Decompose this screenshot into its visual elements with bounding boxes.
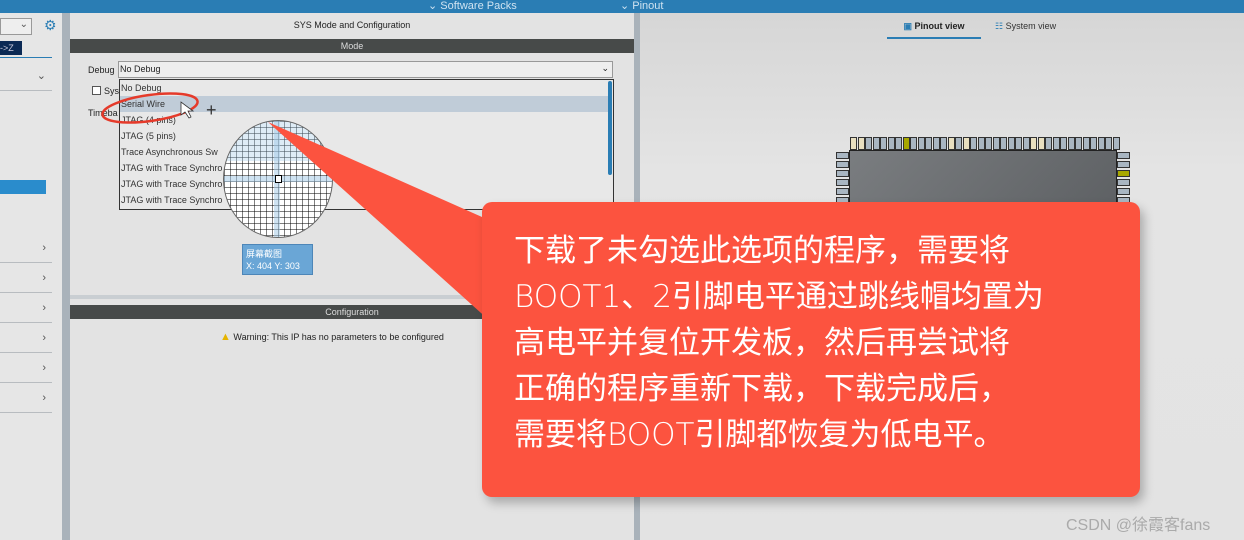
chip-pin[interactable] bbox=[947, 137, 955, 150]
tab-label: System view bbox=[1005, 21, 1057, 31]
warning-text: Warning: This IP has no parameters to be… bbox=[233, 332, 444, 342]
chip-pin[interactable] bbox=[1097, 137, 1105, 150]
watermark: CSDN @徐霞客fans bbox=[1066, 517, 1211, 534]
callout-line: 正确的程序重新下载，下载完成后， bbox=[514, 371, 1010, 407]
chip-pin[interactable] bbox=[1105, 137, 1112, 150]
callout-line: BOOT1、2引脚电平通过跳线帽均置为 bbox=[514, 279, 1044, 315]
chip-pin[interactable] bbox=[1075, 137, 1082, 150]
warning-message: ▲ Warning: This IP has no parameters to … bbox=[220, 331, 444, 343]
chip-pin[interactable] bbox=[1112, 137, 1120, 150]
chip-pin[interactable] bbox=[857, 137, 865, 150]
chip-pin[interactable] bbox=[917, 137, 925, 150]
chip-pin[interactable] bbox=[1082, 137, 1090, 150]
callout-line: 需要将BOOT引脚都恢复为低电平。 bbox=[514, 417, 1005, 453]
chip-pin[interactable] bbox=[836, 161, 849, 168]
chip-pin[interactable] bbox=[872, 137, 880, 150]
chip-pin[interactable] bbox=[1007, 137, 1015, 150]
chip-pin[interactable] bbox=[985, 137, 992, 150]
chip-pin[interactable] bbox=[910, 137, 917, 150]
chip-pin[interactable] bbox=[887, 137, 895, 150]
chip-pin[interactable] bbox=[955, 137, 962, 150]
grid-icon: ☷ bbox=[995, 21, 1004, 31]
chip-pin[interactable] bbox=[1117, 170, 1130, 177]
chip-pin[interactable] bbox=[836, 152, 849, 159]
chip-pin[interactable] bbox=[1117, 152, 1130, 159]
chip-pin[interactable] bbox=[902, 137, 910, 150]
chip-pin[interactable] bbox=[1052, 137, 1060, 150]
chip-pin[interactable] bbox=[850, 137, 857, 150]
chip-pin[interactable] bbox=[1060, 137, 1067, 150]
warning-icon: ▲ bbox=[220, 331, 231, 343]
chip-pin[interactable] bbox=[962, 137, 970, 150]
sidebar-item[interactable]: › bbox=[0, 383, 52, 413]
chip-pin[interactable] bbox=[1067, 137, 1075, 150]
sidebar-item[interactable]: › bbox=[0, 323, 52, 353]
chip-pin[interactable] bbox=[1022, 137, 1030, 150]
callout-line: 高电平并复位开发板，然后再尝试将 bbox=[514, 325, 1010, 361]
tab-pinout-view[interactable]: ▣ Pinout view bbox=[887, 21, 981, 39]
chip-pin[interactable] bbox=[880, 137, 887, 150]
chip-pin[interactable] bbox=[940, 137, 947, 150]
chip-pin[interactable] bbox=[970, 137, 977, 150]
chip-pin[interactable] bbox=[865, 137, 872, 150]
chip-pin[interactable] bbox=[836, 188, 849, 195]
sidebar-item[interactable]: › bbox=[0, 353, 52, 383]
mouse-cursor-icon bbox=[180, 101, 195, 119]
chip-pin[interactable] bbox=[895, 137, 902, 150]
chip-pin[interactable] bbox=[977, 137, 985, 150]
chip-pin[interactable] bbox=[1090, 137, 1097, 150]
chip-pin[interactable] bbox=[925, 137, 932, 150]
chip-pin[interactable] bbox=[1015, 137, 1022, 150]
tab-system-view[interactable]: ☷ System view bbox=[995, 21, 1056, 32]
chip-pin[interactable] bbox=[1037, 137, 1045, 150]
chip-pin[interactable] bbox=[1117, 188, 1130, 195]
chip-pin[interactable] bbox=[836, 179, 849, 186]
chip-icon: ▣ bbox=[903, 21, 912, 31]
chip-pin[interactable] bbox=[1117, 161, 1130, 168]
chip-pin[interactable] bbox=[1117, 179, 1130, 186]
callout-annotation: 下载了未勾选此选项的程序，需要将 BOOT1、2引脚电平通过跳线帽均置为 高电平… bbox=[482, 202, 1140, 497]
chip-pin[interactable] bbox=[1030, 137, 1037, 150]
chip-pin[interactable] bbox=[992, 137, 1000, 150]
chip-pin[interactable] bbox=[836, 170, 849, 177]
tab-label: Pinout view bbox=[914, 21, 965, 31]
callout-line: 下载了未勾选此选项的程序，需要将 bbox=[514, 233, 1010, 269]
chip-pin[interactable] bbox=[1000, 137, 1007, 150]
chip-pin[interactable] bbox=[1045, 137, 1052, 150]
chip-pin[interactable] bbox=[932, 137, 940, 150]
